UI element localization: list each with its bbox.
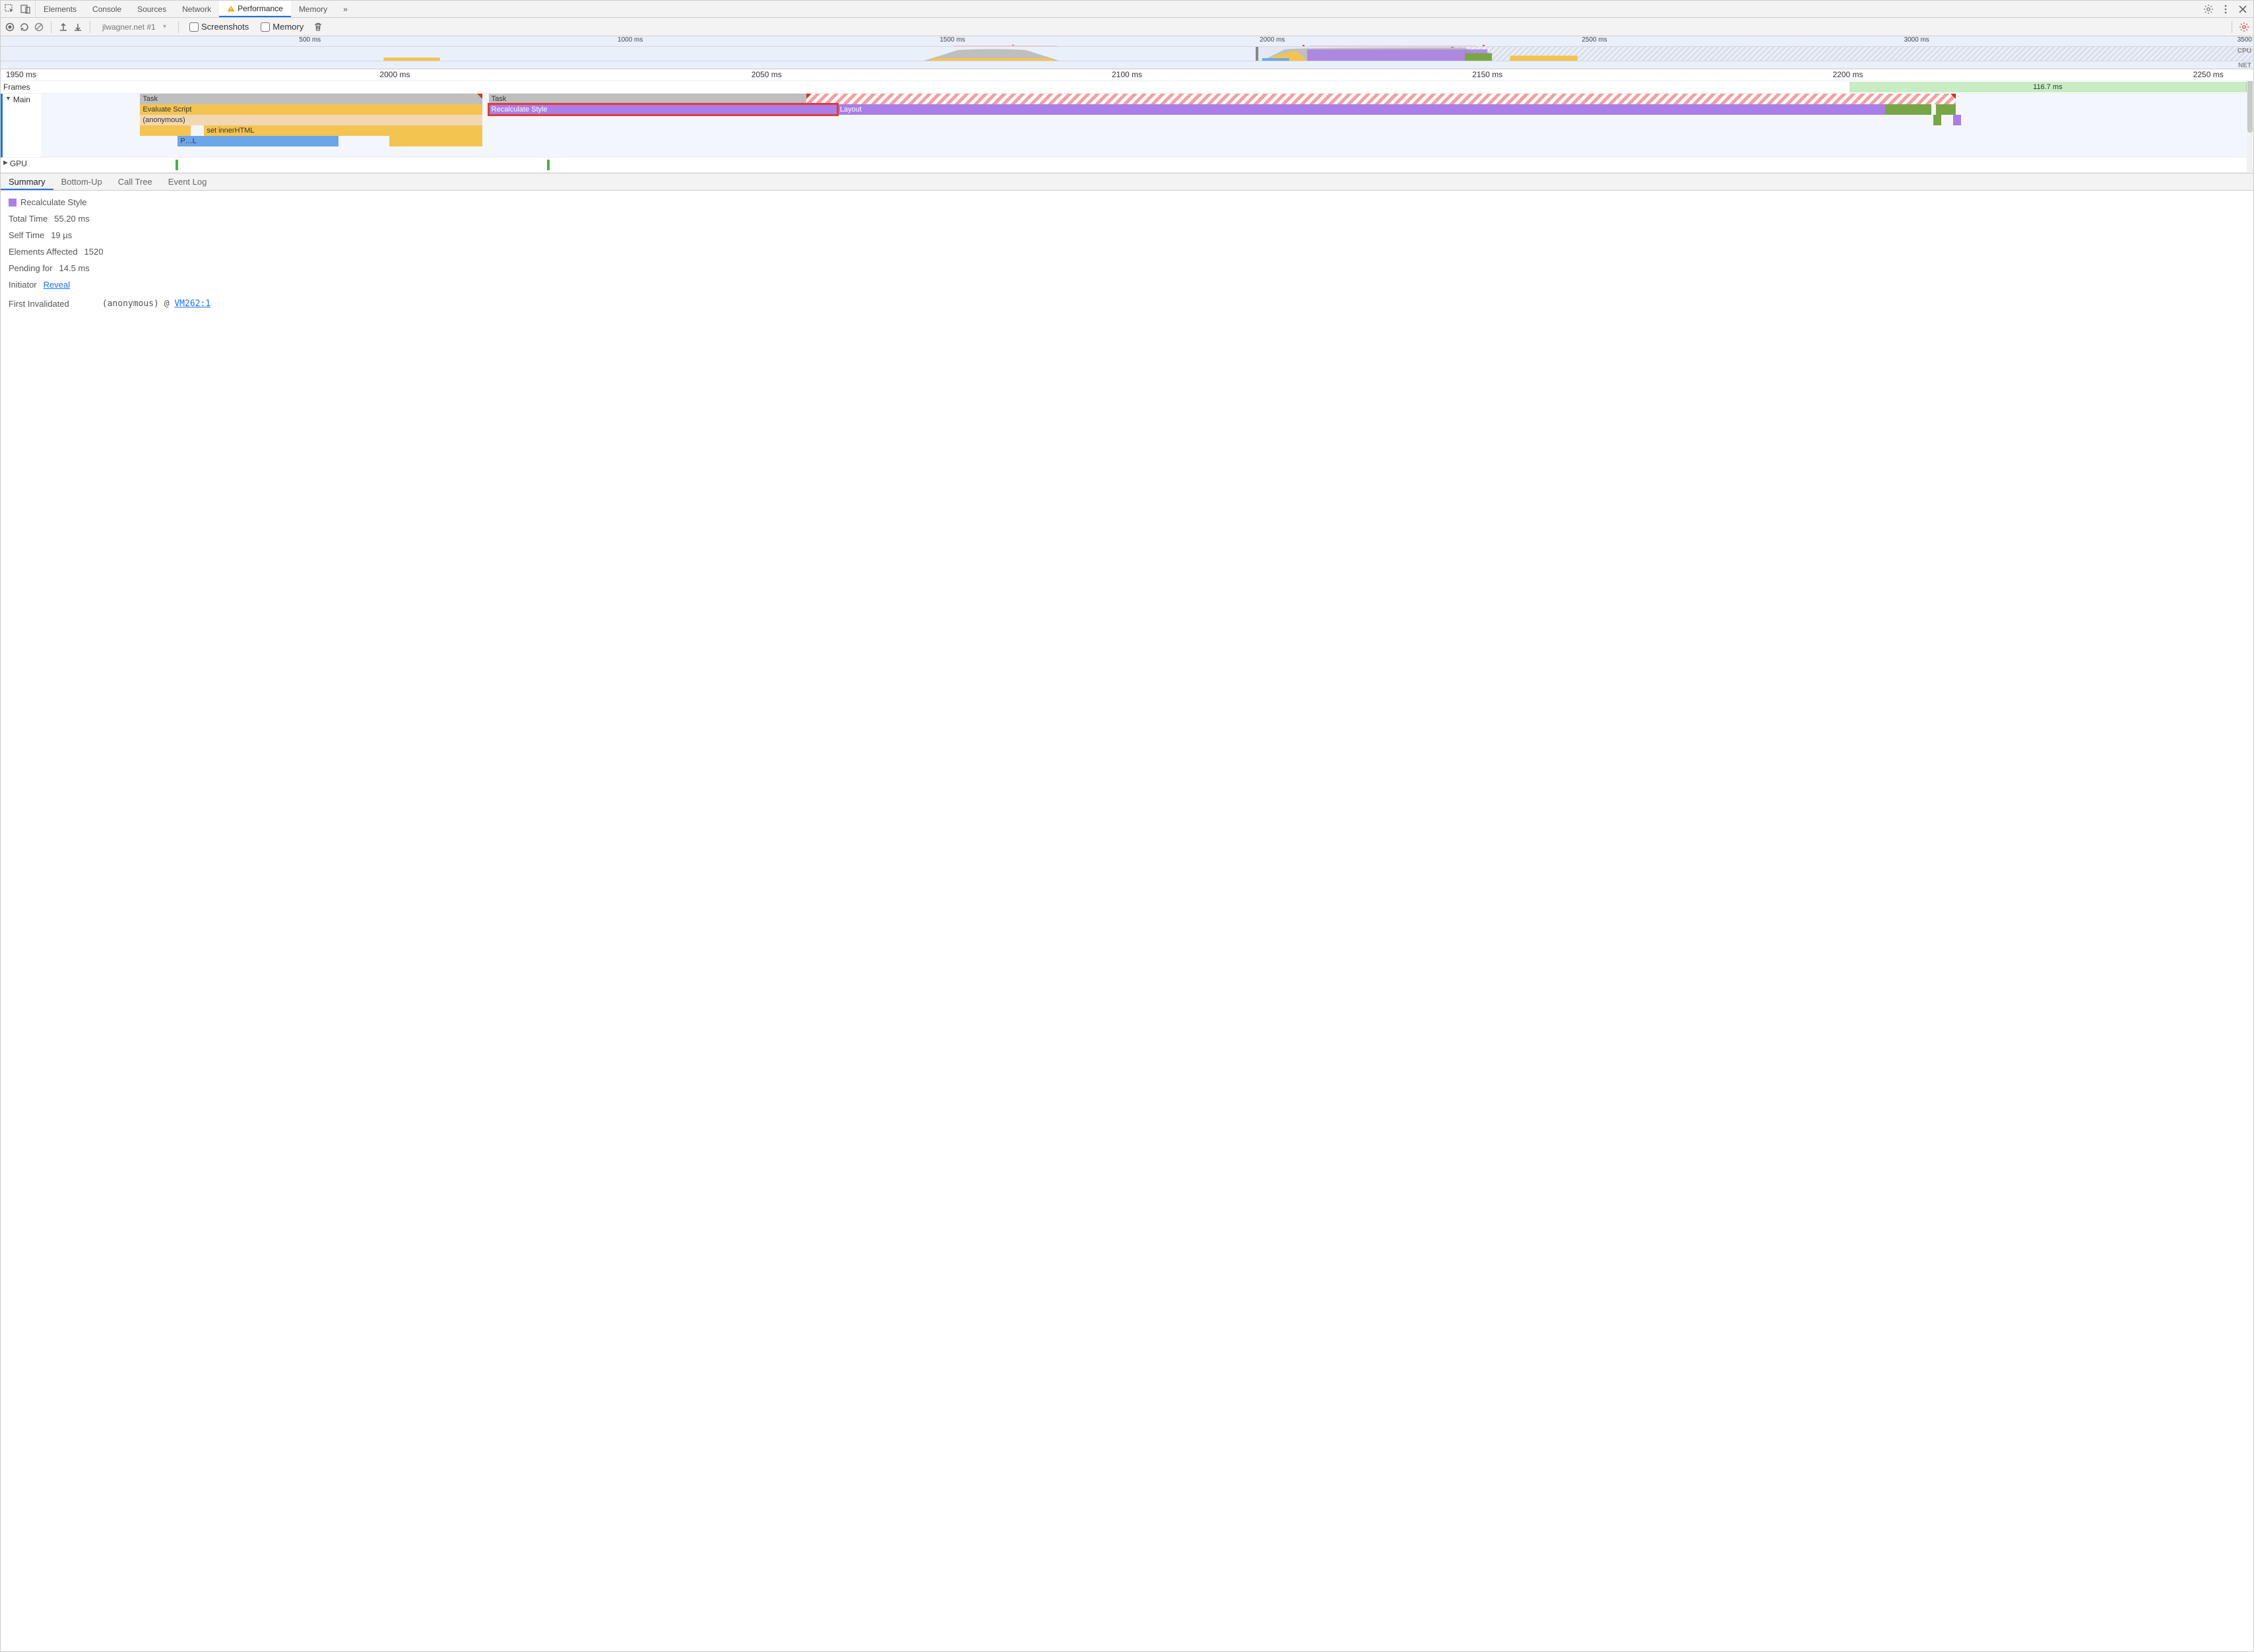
summary-panel: Recalculate Style Total Time 55.20 ms Se…: [1, 191, 2253, 1651]
summary-total-time: Total Time 55.20 ms: [9, 214, 2245, 224]
tab-console[interactable]: Console: [84, 1, 129, 17]
tab-elements[interactable]: Elements: [36, 1, 84, 17]
memory-toggle[interactable]: Memory: [261, 22, 304, 32]
micro-bar-a[interactable]: [1933, 115, 1941, 125]
overview-ruler: 500 ms 1000 ms 1500 ms 2000 ms 2500 ms 3…: [1, 36, 2253, 46]
flame-ruler: 1950 ms 2000 ms 2050 ms 2100 ms 2150 ms …: [1, 69, 2253, 81]
first-invalidated-source-link[interactable]: VM262:1: [174, 299, 210, 309]
performance-toolbar: jlwagner.net #1 Screenshots Memory: [1, 18, 2253, 36]
flame-chart[interactable]: 1950 ms 2000 ms 2050 ms 2100 ms 2150 ms …: [1, 69, 2253, 174]
task-bar-long-warning[interactable]: [806, 94, 1956, 104]
tab-event-log[interactable]: Event Log: [160, 174, 215, 190]
delete-profile-icon[interactable]: [313, 22, 323, 32]
warning-triangle-icon: [227, 5, 235, 13]
summary-elements-affected: Elements Affected 1520: [9, 247, 2245, 257]
tab-summary[interactable]: Summary: [1, 174, 53, 190]
settings-gear-icon[interactable]: [2203, 4, 2214, 15]
composite-bar[interactable]: [1936, 104, 1956, 115]
clear-icon[interactable]: [34, 22, 44, 32]
initiator-reveal-link[interactable]: Reveal: [44, 280, 70, 290]
tab-network[interactable]: Network: [174, 1, 219, 17]
inspect-element-icon[interactable]: [5, 4, 15, 15]
reload-icon[interactable]: [19, 22, 30, 32]
frames-lane: Frames 116.7 ms: [1, 81, 2253, 94]
yellow-stub-bar[interactable]: [140, 125, 191, 136]
upload-profile-icon[interactable]: [58, 22, 69, 32]
overview-net-lane: NET: [1, 61, 2253, 69]
gpu-lane: ▶GPU: [1, 158, 2253, 173]
anonymous-fn-bar[interactable]: (anonymous): [140, 115, 482, 125]
evaluate-script-bar[interactable]: Evaluate Script: [140, 104, 482, 115]
layout-bar[interactable]: Layout: [837, 104, 1885, 115]
tab-performance[interactable]: Performance: [219, 1, 291, 17]
summary-initiator: Initiator Reveal: [9, 280, 2245, 290]
summary-self-time: Self Time 19 µs: [9, 230, 2245, 240]
close-devtools-icon[interactable]: [2238, 4, 2248, 15]
tab-bottom-up[interactable]: Bottom-Up: [53, 174, 110, 190]
paint-bar[interactable]: [1885, 104, 1931, 115]
main-tabs: Elements Console Sources Network Perform…: [36, 1, 356, 17]
record-icon[interactable]: [5, 22, 15, 32]
tab-sources[interactable]: Sources: [129, 1, 174, 17]
overview-cpu-lane: CPU: [1, 46, 2253, 61]
capture-settings-gear-icon[interactable]: [2239, 22, 2249, 32]
kebab-menu-icon[interactable]: [2220, 4, 2231, 15]
memory-checkbox[interactable]: [261, 22, 270, 32]
main-thread-lane: ▼Main Task Task Evaluate Script Recalcul…: [1, 94, 2253, 158]
screenshots-checkbox[interactable]: [189, 22, 199, 32]
devtools-tabbar: Elements Console Sources Network Perform…: [1, 1, 2253, 18]
details-tabs: Summary Bottom-Up Call Tree Event Log: [1, 174, 2253, 191]
overview-minimap[interactable]: 500 ms 1000 ms 1500 ms 2000 ms 2500 ms 3…: [1, 36, 2253, 69]
flame-scrollbar[interactable]: [2247, 69, 2253, 173]
parse-html-bar[interactable]: P…L: [177, 136, 338, 146]
gpu-blip[interactable]: [547, 160, 550, 170]
task-bar-short[interactable]: Task: [140, 94, 482, 104]
event-color-swatch: [9, 199, 16, 206]
recalculate-style-bar[interactable]: Recalculate Style: [489, 104, 837, 115]
tab-call-tree[interactable]: Call Tree: [110, 174, 160, 190]
gpu-blip[interactable]: [176, 160, 178, 170]
device-toolbar-icon[interactable]: [20, 4, 31, 15]
set-innerhtml-bar[interactable]: set innerHTML: [204, 125, 482, 136]
summary-pending-for: Pending for 14.5 ms: [9, 263, 2245, 273]
screenshots-toggle[interactable]: Screenshots: [189, 22, 249, 32]
download-profile-icon[interactable]: [73, 22, 83, 32]
toolbar-separator: [178, 21, 179, 33]
micro-bar-b[interactable]: [1953, 115, 1961, 125]
event-title: Recalculate Style: [20, 197, 86, 207]
session-selector[interactable]: jlwagner.net #1: [100, 21, 166, 33]
yellow-stub2-bar[interactable]: [389, 136, 482, 146]
tab-memory[interactable]: Memory: [291, 1, 335, 17]
tab-overflow[interactable]: »: [335, 1, 356, 17]
summary-first-invalidated: First Invalidated (anonymous) @ VM262:1: [9, 299, 2245, 309]
frame-block[interactable]: 116.7 ms: [1850, 82, 2247, 92]
